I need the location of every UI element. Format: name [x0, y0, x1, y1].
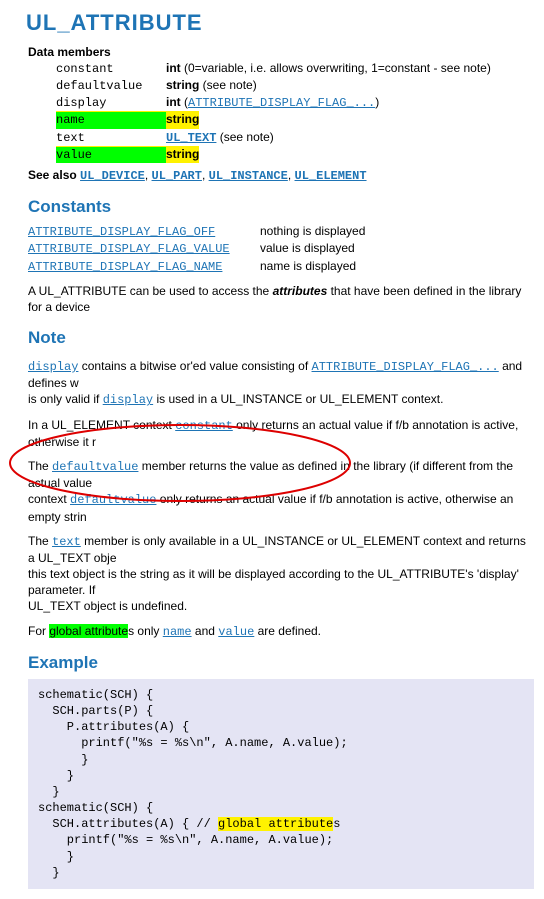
page-title: UL_ATTRIBUTE [26, 8, 534, 38]
data-members-section: Data members constantint (0=variable, i.… [28, 44, 534, 163]
see-also-line: See also UL_DEVICE, UL_PART, UL_INSTANCE… [28, 167, 534, 184]
paragraph-display: display contains a bitwise or'ed value c… [28, 358, 534, 409]
constant-link[interactable]: ATTRIBUTE_DISPLAY_FLAG_VALUE [28, 241, 260, 257]
constant-row: ATTRIBUTE_DISPLAY_FLAG_VALUEvalue is dis… [28, 240, 534, 257]
paragraph-global: For global attributes only name and valu… [28, 623, 534, 640]
member-name: display [56, 95, 166, 111]
data-members-heading: Data members [28, 44, 534, 60]
data-member-row: defaultvaluestring (see note) [28, 77, 534, 94]
data-member-row: namestring [28, 111, 534, 128]
paragraph-text: The text member is only available in a U… [28, 533, 534, 615]
code-ref[interactable]: defaultvalue [70, 493, 156, 507]
highlight-global: global attribute [49, 624, 128, 638]
constant-row: ATTRIBUTE_DISPLAY_FLAG_OFFnothing is dis… [28, 223, 534, 240]
data-member-row: displayint (ATTRIBUTE_DISPLAY_FLAG_...) [28, 94, 534, 111]
code-ref[interactable]: value [218, 625, 254, 639]
code-ref[interactable]: ATTRIBUTE_DISPLAY_FLAG_... [312, 360, 499, 374]
code-ref[interactable]: defaultvalue [52, 460, 138, 474]
example-heading: Example [28, 652, 534, 675]
data-member-row: constantint (0=variable, i.e. allows ove… [28, 60, 534, 77]
constant-desc: value is displayed [260, 241, 355, 255]
constant-row: ATTRIBUTE_DISPLAY_FLAG_NAMEname is displ… [28, 258, 534, 275]
paragraph-defaultvalue: The defaultvalue member returns the valu… [28, 458, 534, 525]
constant-link[interactable]: ATTRIBUTE_DISPLAY_FLAG_OFF [28, 224, 260, 240]
constants-table: ATTRIBUTE_DISPLAY_FLAG_OFFnothing is dis… [28, 223, 534, 275]
see-also-link[interactable]: UL_INSTANCE [209, 169, 288, 183]
code-ref[interactable]: display [28, 360, 78, 374]
constant-link[interactable]: ATTRIBUTE_DISPLAY_FLAG_NAME [28, 259, 260, 275]
member-name: defaultvalue [56, 78, 166, 94]
constant-desc: name is displayed [260, 259, 356, 273]
member-name: name [56, 112, 166, 128]
constants-heading: Constants [28, 196, 534, 219]
code-ref[interactable]: constant [175, 419, 233, 433]
see-also-link[interactable]: UL_DEVICE [80, 169, 145, 183]
member-name: constant [56, 61, 166, 77]
code-example: schematic(SCH) { SCH.parts(P) { P.attrib… [28, 679, 534, 889]
constant-desc: nothing is displayed [260, 224, 365, 238]
member-name: text [56, 130, 166, 146]
type-link[interactable]: UL_TEXT [166, 131, 216, 145]
paragraph-intro: A UL_ATTRIBUTE can be used to access the… [28, 283, 534, 315]
see-also-label: See also [28, 168, 77, 182]
code-ref[interactable]: ATTRIBUTE_DISPLAY_FLAG_... [188, 96, 375, 110]
data-member-row: valuestring [28, 146, 534, 163]
member-name: value [56, 147, 166, 163]
paragraph-constant: In a UL_ELEMENT context constant only re… [28, 417, 534, 450]
data-member-row: textUL_TEXT (see note) [28, 129, 534, 146]
code-ref[interactable]: text [52, 535, 81, 549]
code-ref[interactable]: name [163, 625, 192, 639]
see-also-link[interactable]: UL_PART [152, 169, 202, 183]
code-ref[interactable]: display [103, 393, 153, 407]
note-heading: Note [28, 327, 534, 350]
see-also-link[interactable]: UL_ELEMENT [295, 169, 367, 183]
